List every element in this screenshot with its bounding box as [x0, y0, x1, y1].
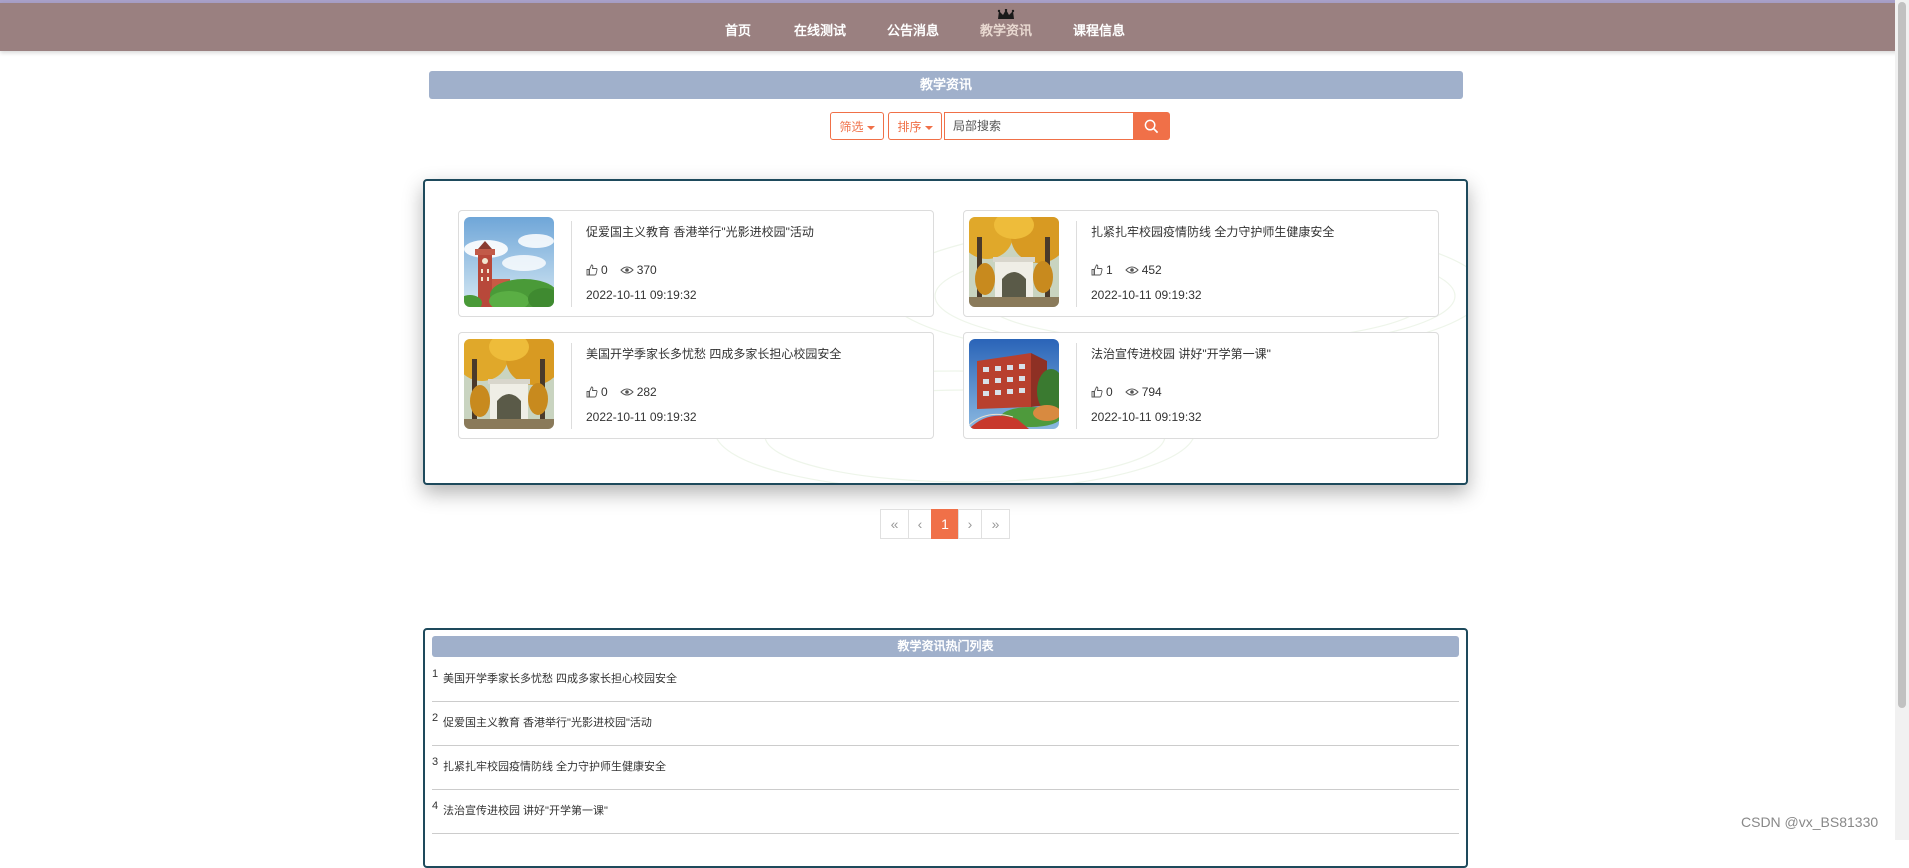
scrollbar-thumb[interactable]	[1898, 2, 1906, 708]
news-card[interactable]: 扎紧扎牢校园疫情防线 全力守护师生健康安全 1 452 2022-10-11 0…	[963, 210, 1439, 317]
divider	[571, 221, 572, 307]
hot-list-panel: 教学资讯热门列表 1 美国开学季家长多忧愁 四成多家长担心校园安全 2 促爱国主…	[423, 628, 1468, 868]
sort-label: 排序	[897, 120, 922, 134]
like-count[interactable]: 1	[1091, 263, 1113, 277]
last-page-button[interactable]: »	[981, 509, 1010, 539]
nav-item-home[interactable]: 首页	[725, 20, 751, 39]
view-count-value: 282	[636, 385, 657, 399]
watermark: CSDN @vx_BS81330	[1741, 814, 1879, 830]
like-count[interactable]: 0	[586, 385, 608, 399]
hot-item-title: 扎紧扎牢校园疫情防线 全力守护师生健康安全	[443, 761, 667, 773]
news-card[interactable]: 促爱国主义教育 香港举行"光影进校园"活动 0 370 2022-10-11 0…	[458, 210, 934, 317]
filter-dropdown-button[interactable]: 筛选	[830, 112, 884, 140]
news-thumbnail[interactable]	[969, 339, 1059, 429]
caret-down-icon	[924, 125, 933, 130]
first-page-button[interactable]: «	[880, 509, 909, 539]
hot-item-rank: 4	[432, 800, 439, 812]
like-count-value: 0	[601, 263, 608, 277]
news-stats: 1 452	[1091, 263, 1174, 277]
search-button[interactable]	[1133, 112, 1170, 140]
view-count-value: 794	[1141, 385, 1162, 399]
news-stats: 0 794	[1091, 385, 1174, 399]
thumbs-up-icon	[586, 386, 598, 398]
caret-down-icon	[866, 125, 875, 130]
news-title[interactable]: 促爱国主义教育 香港举行"光影进校园"活动	[586, 223, 814, 240]
page-number-button[interactable]: 1	[931, 509, 959, 539]
filter-label: 筛选	[839, 120, 864, 134]
divider	[1076, 221, 1077, 307]
view-count: 452	[1124, 263, 1162, 277]
nav-item-label: 教学资讯	[980, 23, 1033, 38]
hot-item-rank: 3	[432, 756, 439, 768]
news-card[interactable]: 美国开学季家长多忧愁 四成多家长担心校园安全 0 282 2022-10-11 …	[458, 332, 934, 439]
hot-item-title: 促爱国主义教育 香港举行"光影进校园"活动	[443, 717, 652, 729]
page-title: 教学资讯	[429, 71, 1463, 99]
sort-dropdown-button[interactable]: 排序	[888, 112, 942, 140]
news-title[interactable]: 扎紧扎牢校园疫情防线 全力守护师生健康安全	[1091, 223, 1334, 240]
hot-list-item[interactable]: 2 促爱国主义教育 香港举行"光影进校园"活动	[432, 702, 1459, 746]
prev-page-button[interactable]: ‹	[908, 509, 932, 539]
crown-icon	[997, 8, 1015, 23]
news-date: 2022-10-11 09:19:32	[586, 410, 697, 424]
hot-item-rank: 2	[432, 712, 439, 724]
eye-icon	[619, 266, 634, 274]
thumbs-up-icon	[1091, 264, 1103, 276]
hot-list-title: 教学资讯热门列表	[432, 636, 1459, 657]
like-count-value: 1	[1106, 263, 1113, 277]
eye-icon	[1124, 388, 1139, 396]
search-icon	[1144, 119, 1159, 133]
like-count[interactable]: 0	[586, 263, 608, 277]
news-card[interactable]: 法治宣传进校园 讲好"开学第一课" 0 794 2022-10-11 09:19…	[963, 332, 1439, 439]
hot-item-rank: 1	[432, 668, 439, 680]
news-thumbnail[interactable]	[969, 217, 1059, 307]
thumbs-up-icon	[586, 264, 598, 276]
view-count: 370	[619, 263, 657, 277]
hot-list-item[interactable]: 3 扎紧扎牢校园疫情防线 全力守护师生健康安全	[432, 746, 1459, 790]
news-title[interactable]: 法治宣传进校园 讲好"开学第一课"	[1091, 345, 1271, 362]
thumbs-up-icon	[1091, 386, 1103, 398]
news-date: 2022-10-11 09:19:32	[1091, 410, 1202, 424]
news-thumbnail[interactable]	[464, 217, 554, 307]
like-count[interactable]: 0	[1091, 385, 1113, 399]
news-stats: 0 282	[586, 385, 669, 399]
nav-item-announcements[interactable]: 公告消息	[887, 20, 939, 39]
view-count-value: 452	[1141, 263, 1162, 277]
news-date: 2022-10-11 09:19:32	[1091, 288, 1202, 302]
like-count-value: 0	[601, 385, 608, 399]
view-count: 282	[619, 385, 657, 399]
nav-item-course-info[interactable]: 课程信息	[1073, 20, 1125, 39]
hot-item-title: 美国开学季家长多忧愁 四成多家长担心校园安全	[443, 673, 678, 685]
nav-item-online-test[interactable]: 在线测试	[794, 20, 846, 39]
like-count-value: 0	[1106, 385, 1113, 399]
news-thumbnail[interactable]	[464, 339, 554, 429]
hot-list-item[interactable]: 4 法治宣传进校园 讲好"开学第一课"	[432, 790, 1459, 834]
news-date: 2022-10-11 09:19:32	[586, 288, 697, 302]
vertical-scrollbar[interactable]	[1895, 0, 1909, 840]
eye-icon	[1124, 266, 1139, 274]
next-page-button[interactable]: ›	[958, 509, 982, 539]
pagination: « ‹ 1 › »	[880, 509, 1010, 539]
divider	[1076, 343, 1077, 429]
divider	[571, 343, 572, 429]
hot-list-item[interactable]: 1 美国开学季家长多忧愁 四成多家长担心校园安全	[432, 658, 1459, 702]
eye-icon	[619, 388, 634, 396]
view-count-value: 370	[636, 263, 657, 277]
nav-item-teaching-news[interactable]: 教学资讯	[980, 8, 1033, 39]
top-navbar: 首页 在线测试 公告消息 教学资讯 课程信息	[0, 3, 1909, 51]
view-count: 794	[1124, 385, 1162, 399]
search-input[interactable]	[944, 112, 1134, 140]
news-panel: 促爱国主义教育 香港举行"光影进校园"活动 0 370 2022-10-11 0…	[423, 179, 1468, 485]
news-stats: 0 370	[586, 263, 669, 277]
hot-item-title: 法治宣传进校园 讲好"开学第一课"	[443, 805, 608, 817]
news-title[interactable]: 美国开学季家长多忧愁 四成多家长担心校园安全	[586, 345, 841, 362]
